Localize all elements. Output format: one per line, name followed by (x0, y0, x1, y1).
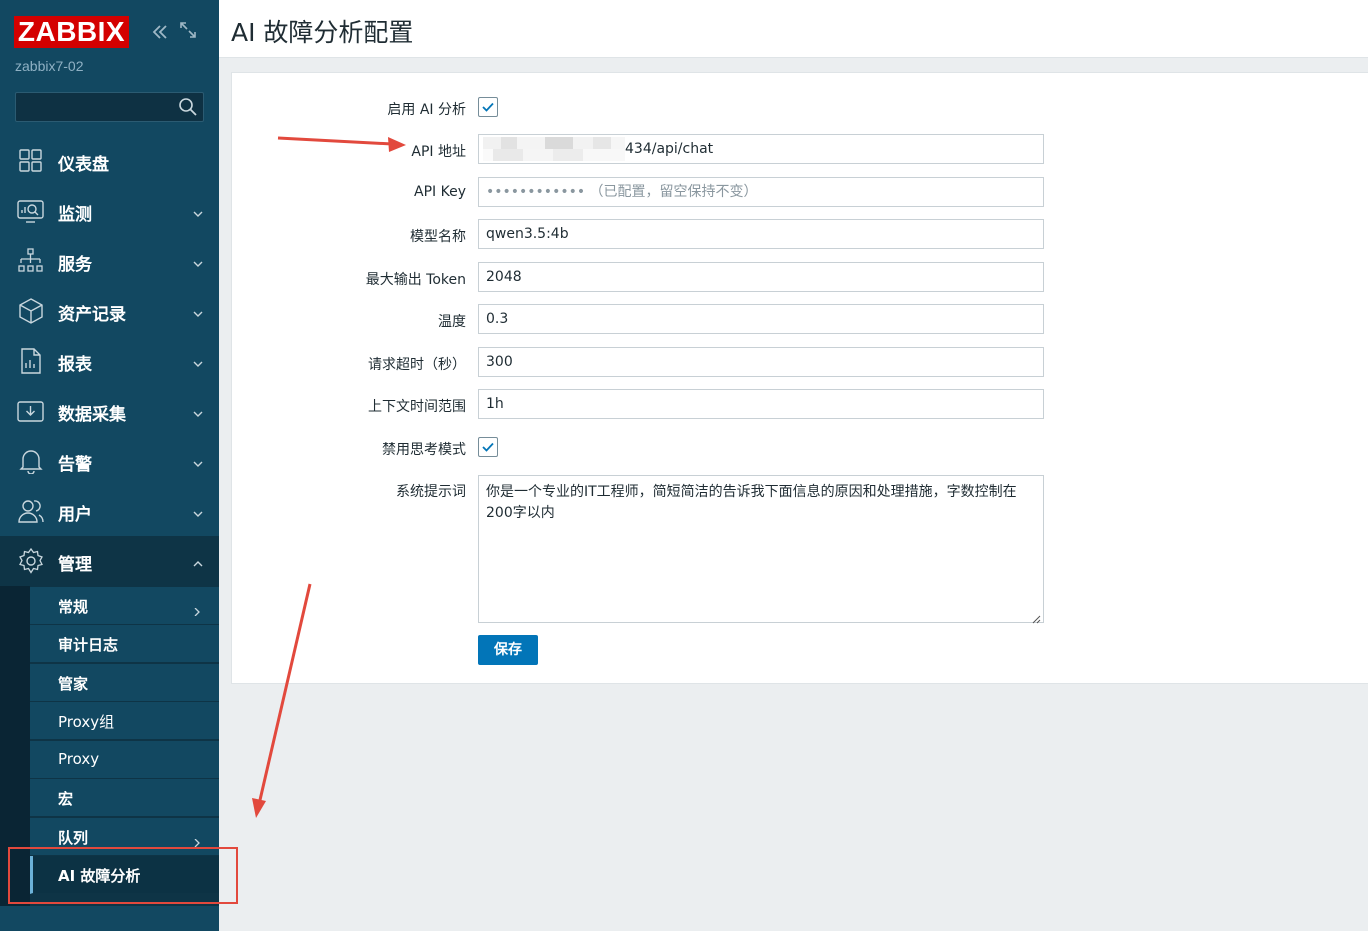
chevron-down-icon (193, 254, 203, 267)
sub-item-label: Proxy组 (58, 713, 115, 731)
chevron-up-icon (193, 554, 203, 567)
data-collection-icon (17, 398, 45, 424)
api-url-label: API 地址 (411, 144, 466, 160)
sidebar-search-input[interactable] (15, 92, 204, 122)
api-key-input[interactable]: •••••••••••• （已配置，留空保持不变） (478, 177, 1044, 207)
api-url-input[interactable]: 434/api/chat (478, 134, 1044, 164)
nav-item-administration[interactable]: 管理 (0, 536, 219, 586)
api-key-label: API Key (414, 184, 466, 200)
chevron-right-icon (193, 833, 201, 848)
config-form: 启用 AI 分析 API 地址 434/api/chat API Key •••… (231, 72, 1368, 684)
redacted-region (483, 149, 625, 161)
system-prompt-value: 你是一个专业的IT工程师，简短简洁的告诉我下面信息的原因和处理措施，字数控制在2… (486, 484, 1017, 521)
sidebar: ZABBIX zabbix7-02 仪表盘 监测 服务 资产记录 报表 数据采集… (0, 0, 219, 931)
chevron-down-icon (193, 404, 203, 417)
disable-thinking-checkbox[interactable] (478, 437, 498, 457)
chevron-down-icon (193, 504, 203, 517)
sub-item-label: 队列 (58, 829, 89, 847)
nav-item-inventory[interactable]: 资产记录 (0, 286, 219, 336)
nav-label: 报表 (58, 355, 92, 375)
chevron-down-icon (193, 454, 203, 467)
temperature-input[interactable]: 0.3 (478, 304, 1044, 334)
zabbix-logo[interactable]: ZABBIX (14, 16, 129, 48)
main-nav: 仪表盘 监测 服务 资产记录 报表 数据采集 告警 用户 管理 (0, 136, 219, 586)
disable-thinking-label: 禁用思考模式 (382, 442, 466, 458)
nav-item-alerts[interactable]: 告警 (0, 436, 219, 486)
sub-item-proxy[interactable]: Proxy (30, 741, 219, 779)
nav-label: 仪表盘 (58, 155, 109, 175)
nav-item-reports[interactable]: 报表 (0, 336, 219, 386)
sub-item-housekeeping[interactable]: 管家 (30, 664, 219, 702)
max-tokens-label: 最大输出 Token (365, 272, 466, 288)
reports-icon (17, 348, 45, 374)
sub-item-label: 常规 (58, 598, 89, 616)
monitoring-icon (17, 198, 45, 224)
context-range-input[interactable]: 1h (478, 389, 1044, 419)
services-icon (17, 248, 45, 274)
sub-item-label: Proxy (58, 750, 100, 768)
timeout-label: 请求超时（秒） (368, 357, 466, 373)
sub-item-proxy-groups[interactable]: Proxy组 (30, 702, 219, 740)
nav-label: 资产记录 (58, 305, 126, 325)
chevron-right-icon (193, 602, 201, 617)
dashboard-icon (17, 148, 45, 174)
nav-label: 用户 (58, 505, 92, 525)
sub-item-macros[interactable]: 宏 (30, 779, 219, 817)
system-prompt-textarea[interactable]: 你是一个专业的IT工程师，简短简洁的告诉我下面信息的原因和处理措施，字数控制在2… (478, 475, 1044, 624)
timeout-input[interactable]: 300 (478, 347, 1044, 377)
max-tokens-input[interactable]: 2048 (478, 262, 1044, 292)
chevron-down-icon (193, 304, 203, 317)
chevron-down-icon (193, 354, 203, 367)
chevron-down-icon (193, 204, 203, 217)
nav-label: 告警 (58, 455, 92, 475)
sub-item-label: 管家 (58, 675, 89, 693)
alerts-icon (17, 448, 45, 475)
users-icon (17, 498, 45, 524)
sub-item-label: 审计日志 (58, 636, 119, 654)
inventory-icon (17, 298, 45, 324)
collapse-sidebar-icon[interactable] (150, 22, 170, 45)
model-name-label: 模型名称 (410, 229, 466, 245)
nav-item-data-collection[interactable]: 数据采集 (0, 386, 219, 436)
sidebar-bottom (0, 906, 219, 931)
enable-ai-label: 启用 AI 分析 (387, 102, 466, 118)
save-button[interactable]: 保存 (478, 635, 538, 665)
sub-item-label: 宏 (58, 790, 74, 808)
page-header: AI 故障分析配置 (219, 0, 1368, 58)
page-title: AI 故障分析配置 (231, 18, 414, 47)
context-range-label: 上下文时间范围 (368, 399, 466, 415)
kiosk-mode-icon[interactable] (180, 22, 196, 38)
nav-label: 数据采集 (58, 405, 126, 425)
sub-item-general[interactable]: 常规 (30, 587, 219, 625)
resize-grip-icon[interactable] (1031, 610, 1041, 624)
nav-label: 监测 (58, 205, 92, 225)
nav-label: 管理 (58, 555, 92, 575)
search-icon[interactable] (178, 97, 198, 117)
nav-item-monitoring[interactable]: 监测 (0, 186, 219, 236)
sub-item-audit-log[interactable]: 审计日志 (30, 625, 219, 663)
model-name-input[interactable]: qwen3.5:4b (478, 219, 1044, 249)
api-url-visible-value: 434/api/chat (625, 141, 714, 157)
highlight-box (8, 847, 238, 904)
enable-ai-checkbox[interactable] (478, 97, 498, 117)
nav-item-services[interactable]: 服务 (0, 236, 219, 286)
nav-item-users[interactable]: 用户 (0, 486, 219, 536)
gear-icon (17, 547, 45, 574)
nav-label: 服务 (58, 255, 92, 275)
server-name: zabbix7-02 (15, 58, 84, 74)
system-prompt-label: 系统提示词 (396, 484, 466, 500)
nav-item-dashboard[interactable]: 仪表盘 (0, 136, 219, 186)
temperature-label: 温度 (438, 314, 466, 330)
